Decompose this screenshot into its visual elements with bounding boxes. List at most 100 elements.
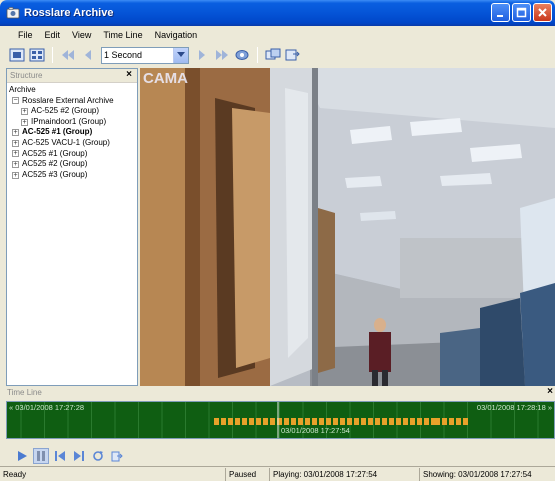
tree-item[interactable]: − Rosslare External Archive	[9, 96, 135, 107]
skip-back-button[interactable]	[59, 46, 77, 64]
tree-item[interactable]: Archive	[9, 85, 135, 96]
recording-segment	[256, 418, 261, 425]
tree-item-label: IPmaindoor1 (Group)	[31, 116, 107, 126]
status-state: Paused	[226, 467, 270, 481]
tree-item[interactable]: + AC-525 VACU-1 (Group)	[9, 138, 135, 149]
expand-icon[interactable]: +	[12, 139, 19, 147]
recording-segment	[456, 418, 461, 425]
tree-item[interactable]: + AC525 #3 (Group)	[9, 170, 135, 181]
recording-segment	[382, 418, 387, 425]
recording-segment	[312, 418, 317, 425]
status-ready: Ready	[0, 467, 226, 481]
recording-segment	[221, 418, 226, 425]
recording-segment	[368, 418, 373, 425]
status-showing: Showing: 03/01/2008 17:27:54	[423, 469, 532, 479]
toolbar-separator	[257, 47, 258, 63]
menu-file[interactable]: File	[12, 30, 39, 40]
skip-back-icon	[62, 50, 74, 60]
menu-view[interactable]: View	[66, 30, 97, 40]
skip-forward-button[interactable]	[213, 46, 231, 64]
tree-item[interactable]: + AC-525 #1 (Group)	[9, 127, 135, 138]
collapse-icon[interactable]: −	[12, 97, 19, 105]
chevron-down-icon[interactable]	[173, 47, 188, 63]
window-title: Rosslare Archive	[24, 7, 114, 19]
expand-icon[interactable]: +	[12, 171, 19, 179]
recording-segment	[354, 418, 359, 425]
timeline-header: Time Line ×	[6, 386, 555, 401]
tree-item-label: AC525 #1 (Group)	[22, 148, 88, 158]
previous-button[interactable]	[52, 448, 68, 464]
structure-pane: Structure × Archive − Rosslare External Ar…	[6, 68, 138, 386]
recording-segment	[235, 418, 240, 425]
playback-controls	[14, 447, 125, 465]
recording-segment	[319, 418, 324, 425]
layout-multi-button[interactable]	[28, 46, 46, 64]
recording-segment	[403, 418, 408, 425]
recording-segment	[442, 418, 447, 425]
export-icon	[285, 49, 300, 61]
export-button[interactable]	[284, 46, 302, 64]
step-forward-button[interactable]	[193, 46, 211, 64]
timeline-pane: Time Line × « 03/01/2008 17:27:28 03/01/…	[6, 386, 555, 446]
next-button[interactable]	[71, 448, 87, 464]
tree-item[interactable]: + AC525 #2 (Group)	[9, 159, 135, 170]
archive-tree: Archive − Rosslare External Archive + AC-525…	[7, 83, 137, 182]
minimize-button[interactable]	[491, 3, 510, 22]
title-bar[interactable]: Rosslare Archive	[0, 0, 555, 26]
expand-icon[interactable]: +	[12, 150, 19, 158]
layout-single-button[interactable]	[8, 46, 26, 64]
app-icon	[6, 7, 20, 19]
tree-item[interactable]: + AC525 #1 (Group)	[9, 149, 135, 160]
menu-time-line[interactable]: Time Line	[97, 30, 148, 40]
camera-button[interactable]	[233, 46, 251, 64]
video-view[interactable]: CAMA	[140, 68, 555, 386]
layout-multi-icon	[29, 48, 45, 62]
tree-item[interactable]: + IPmaindoor1 (Group)	[9, 117, 135, 128]
menu-edit[interactable]: Edit	[39, 30, 67, 40]
recording-segment	[449, 418, 454, 425]
snapshot-button[interactable]	[264, 46, 282, 64]
timeline-track[interactable]: « 03/01/2008 17:27:28 03/01/2008 17:28:1…	[6, 401, 555, 439]
recording-segment	[228, 418, 233, 425]
timeline-end-time: 03/01/2008 17:28:18 »	[476, 403, 552, 412]
play-button[interactable]	[14, 448, 30, 464]
menu-navigation[interactable]: Navigation	[149, 30, 204, 40]
timeline-close-icon[interactable]: ×	[547, 386, 553, 397]
export-clip-icon	[111, 451, 123, 462]
expand-icon[interactable]: +	[12, 160, 19, 168]
step-back-button[interactable]	[79, 46, 97, 64]
toolbar: 1 Second	[0, 44, 555, 66]
camera-label: CAMA	[143, 70, 188, 87]
maximize-icon	[516, 7, 527, 18]
tree-item-label: AC-525 #1 (Group)	[22, 127, 93, 137]
recording-segment	[263, 418, 268, 425]
expand-icon[interactable]: +	[21, 107, 28, 115]
tree-item-label: Archive	[9, 85, 36, 94]
recording-segment	[249, 418, 254, 425]
play-icon	[18, 451, 27, 461]
recording-segment	[435, 418, 440, 425]
tree-item[interactable]: + AC-525 #2 (Group)	[9, 106, 135, 117]
recording-segment	[375, 418, 380, 425]
expand-icon[interactable]: +	[12, 129, 19, 137]
snapshot-icon	[265, 48, 281, 60]
tree-item-label: AC-525 #2 (Group)	[31, 106, 100, 116]
timeline-start-time: « 03/01/2008 17:27:28	[9, 403, 85, 412]
previous-icon	[55, 451, 65, 461]
step-back-icon	[85, 50, 91, 60]
export-clip-button[interactable]	[109, 448, 125, 464]
pause-icon	[37, 451, 45, 461]
expand-icon[interactable]: +	[21, 118, 28, 126]
recording-segment	[326, 418, 331, 425]
next-icon	[74, 451, 84, 461]
status-playing: Playing: 03/01/2008 17:27:54	[270, 467, 420, 481]
structure-close-icon[interactable]: ×	[126, 69, 132, 80]
pause-button[interactable]	[33, 448, 49, 464]
recording-segment	[347, 418, 352, 425]
speed-select[interactable]: 1 Second	[101, 46, 189, 64]
recording-segment	[298, 418, 303, 425]
recording-segment	[270, 418, 275, 425]
maximize-button[interactable]	[512, 3, 531, 22]
refresh-button[interactable]	[90, 448, 106, 464]
close-button[interactable]	[533, 3, 552, 22]
